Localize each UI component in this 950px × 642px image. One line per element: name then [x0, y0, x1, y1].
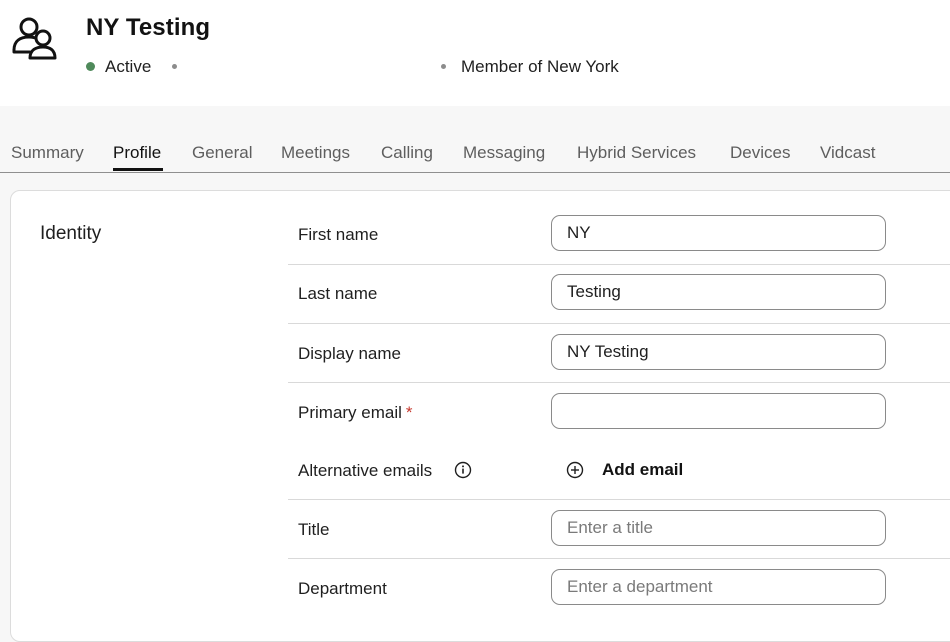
- status-row: Active Member of New York: [86, 56, 786, 78]
- tab-summary[interactable]: Summary: [11, 143, 84, 163]
- title-field[interactable]: [551, 510, 886, 546]
- status-indicator-dot: [86, 62, 95, 71]
- group-users-icon: [12, 17, 57, 60]
- divider: [288, 382, 950, 383]
- required-asterisk: *: [405, 403, 413, 422]
- primary-email-label: Primary email *: [298, 403, 413, 423]
- profile-header: NY Testing Active Member of New York: [0, 0, 950, 106]
- page-title: NY Testing: [86, 14, 211, 41]
- section-title-identity: Identity: [40, 223, 102, 244]
- status-label: Active: [105, 57, 152, 76]
- tab-profile[interactable]: Profile: [113, 143, 161, 163]
- divider: [288, 499, 950, 500]
- department-field[interactable]: [551, 569, 886, 605]
- department-label: Department: [298, 579, 387, 598]
- tab-calling[interactable]: Calling: [381, 143, 433, 163]
- first-name-field[interactable]: [551, 215, 886, 251]
- divider: [288, 323, 950, 324]
- primary-email-field[interactable]: [551, 393, 886, 429]
- tab-devices[interactable]: Devices: [730, 143, 790, 163]
- separator-dot: [172, 64, 177, 69]
- tab-messaging[interactable]: Messaging: [463, 143, 545, 163]
- last-name-label: Last name: [298, 284, 378, 303]
- alternative-emails-label: Alternative emails: [298, 461, 433, 480]
- tab-vidcast[interactable]: Vidcast: [820, 143, 875, 163]
- add-email-button[interactable]: Add email: [566, 459, 706, 481]
- info-icon[interactable]: [454, 461, 472, 479]
- plus-circle-icon: [566, 461, 584, 479]
- tab-general[interactable]: General: [192, 143, 252, 163]
- title-label: Title: [298, 520, 330, 539]
- active-tab-indicator: [113, 168, 163, 171]
- first-name-label: First name: [298, 225, 379, 244]
- primary-email-label-text: Primary email: [298, 403, 402, 422]
- add-email-label: Add email: [602, 460, 684, 479]
- membership-label: Member of New York: [461, 57, 619, 76]
- divider: [288, 558, 950, 559]
- tab-meetings[interactable]: Meetings: [281, 143, 350, 163]
- display-name-label: Display name: [298, 344, 401, 363]
- tab-hybrid-services[interactable]: Hybrid Services: [577, 143, 696, 163]
- display-name-field[interactable]: [551, 334, 886, 370]
- divider: [288, 264, 950, 265]
- separator-dot: [441, 64, 446, 69]
- last-name-field[interactable]: [551, 274, 886, 310]
